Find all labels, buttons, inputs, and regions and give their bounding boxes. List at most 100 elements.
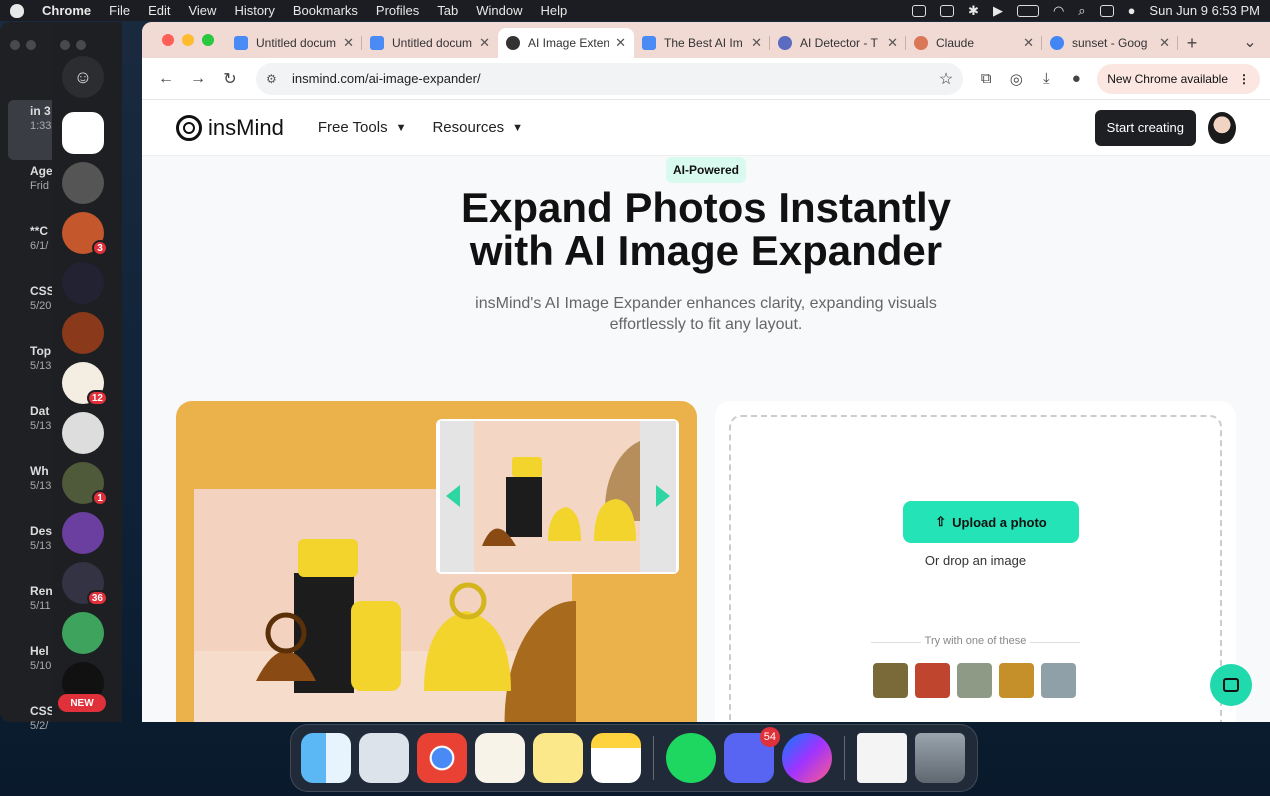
profile-avatar[interactable]: ●: [1061, 65, 1091, 93]
server-icon[interactable]: [62, 512, 104, 554]
chat-support-button[interactable]: [1210, 664, 1252, 706]
pages-icon[interactable]: [475, 733, 525, 783]
menu-history[interactable]: History: [234, 3, 274, 18]
discord-icon[interactable]: 54: [724, 727, 780, 783]
stickies-icon[interactable]: [533, 733, 583, 783]
play-icon[interactable]: ▶: [993, 3, 1003, 19]
update-chrome-button[interactable]: New Chrome available ⋮: [1097, 63, 1260, 94]
close-tab-icon[interactable]: ✕: [751, 35, 762, 51]
minimize-window-button[interactable]: [182, 34, 194, 46]
browser-toolbar: ← → ↻ ⚙ insmind.com/ai-image-expander/ ☆…: [142, 58, 1270, 100]
menu-tab[interactable]: Tab: [437, 3, 458, 18]
menu-bookmarks[interactable]: Bookmarks: [293, 3, 358, 18]
menu-file[interactable]: File: [109, 3, 130, 18]
chrome-window-thumbnail[interactable]: [857, 733, 907, 783]
insmind-icon: [506, 36, 520, 50]
tab-ai-detector[interactable]: AI Detector - T ✕: [770, 28, 906, 58]
notes-icon[interactable]: [591, 733, 641, 783]
launchpad-icon[interactable]: [359, 733, 409, 783]
discord-window: ☺ 3 12 1 36 NEW: [52, 22, 122, 722]
tab-search-button[interactable]: ⌄: [1236, 30, 1264, 54]
tab-docs-1[interactable]: Untitled docum ✕: [226, 28, 362, 58]
new-tab-button[interactable]: +: [1178, 28, 1206, 58]
trash-icon[interactable]: [915, 733, 965, 783]
discord-home-icon[interactable]: ☺: [62, 56, 104, 98]
bluetooth-icon[interactable]: ✱: [968, 3, 979, 19]
server-icon[interactable]: [62, 162, 104, 204]
tab-claude[interactable]: Claude ✕: [906, 28, 1042, 58]
menu-help[interactable]: Help: [541, 3, 568, 18]
nav-resources[interactable]: Resources ▼: [432, 119, 523, 136]
server-icon[interactable]: 1: [62, 462, 108, 506]
control-center-icon[interactable]: [1099, 4, 1114, 17]
tab-docs-2[interactable]: Untitled docum ✕: [362, 28, 498, 58]
close-tab-icon[interactable]: ✕: [343, 35, 354, 51]
tab-insmind[interactable]: AI Image Exten ✕: [498, 28, 634, 58]
tab-best-ai[interactable]: The Best AI Im ✕: [634, 28, 770, 58]
cards-row: ⇧ Upload a photo Or drop an image Try wit…: [176, 401, 1236, 722]
bookmark-star-icon[interactable]: ☆: [939, 69, 953, 89]
clock[interactable]: Sun Jun 9 6:53 PM: [1149, 3, 1260, 18]
sample-thumbnail[interactable]: [873, 663, 908, 698]
server-icon[interactable]: 36: [62, 562, 108, 606]
menu-edit[interactable]: Edit: [148, 3, 170, 18]
server-icon[interactable]: [62, 112, 104, 154]
server-icon[interactable]: [62, 262, 104, 304]
close-tab-icon[interactable]: ✕: [1023, 35, 1034, 51]
search-icon[interactable]: ⌕: [1078, 3, 1085, 19]
server-icon[interactable]: 3: [62, 212, 108, 256]
site-info-icon[interactable]: ⚙: [266, 72, 282, 86]
finder-icon[interactable]: [301, 733, 351, 783]
chat-icon: [1223, 678, 1239, 692]
status-icon[interactable]: [912, 4, 927, 17]
siri-icon[interactable]: ●: [1128, 3, 1136, 18]
close-tab-icon[interactable]: ✕: [479, 35, 490, 51]
detector-icon: [778, 36, 792, 50]
chevron-down-icon: ▼: [395, 121, 407, 134]
menu-app[interactable]: Chrome: [42, 3, 91, 18]
close-tab-icon[interactable]: ✕: [887, 35, 898, 51]
back-button[interactable]: ←: [152, 65, 180, 93]
forward-button[interactable]: →: [184, 65, 212, 93]
extension-icon[interactable]: ◎: [1001, 65, 1031, 93]
messenger-icon[interactable]: [782, 733, 832, 783]
apple-icon[interactable]: [10, 3, 24, 18]
menu-profiles[interactable]: Profiles: [376, 3, 419, 18]
wifi-icon[interactable]: ◠: [1053, 3, 1064, 19]
menu-window[interactable]: Window: [476, 3, 522, 18]
close-tab-icon[interactable]: ✕: [615, 35, 626, 51]
zoom-window-button[interactable]: [202, 34, 214, 46]
tab-google[interactable]: sunset - Goog ✕: [1042, 28, 1178, 58]
server-icon[interactable]: [62, 612, 104, 654]
calendar-icon[interactable]: [940, 4, 955, 17]
docs-icon: [234, 36, 248, 50]
battery-icon[interactable]: [1016, 4, 1039, 17]
close-tab-icon[interactable]: ✕: [1159, 35, 1170, 51]
menu-view[interactable]: View: [188, 3, 216, 18]
ai-powered-badge: AI-Powered: [665, 157, 746, 183]
extensions-icon[interactable]: ⧉: [971, 65, 1001, 93]
download-icon[interactable]: ⤓: [1031, 65, 1061, 93]
upload-photo-button[interactable]: ⇧ Upload a photo: [903, 501, 1079, 543]
sample-thumbnail[interactable]: [1041, 663, 1076, 698]
spotify-icon[interactable]: [666, 733, 716, 783]
start-creating-button[interactable]: Start creating: [1094, 109, 1196, 146]
reload-button[interactable]: ↻: [216, 65, 244, 93]
chevron-down-icon: ▼: [512, 121, 524, 134]
drop-zone[interactable]: ⇧ Upload a photo Or drop an image Try wit…: [729, 415, 1222, 722]
url-text[interactable]: insmind.com/ai-image-expander/: [292, 71, 481, 86]
sample-thumbnail[interactable]: [915, 663, 950, 698]
chrome-icon[interactable]: [417, 733, 467, 783]
user-avatar[interactable]: [1208, 111, 1236, 144]
more-icon: ⋮: [1238, 71, 1250, 86]
server-icon[interactable]: [62, 312, 104, 354]
sample-thumbnail[interactable]: [999, 663, 1034, 698]
server-icon[interactable]: [62, 412, 104, 454]
nav-free-tools[interactable]: Free Tools ▼: [318, 119, 407, 136]
sample-thumbnail[interactable]: [957, 663, 992, 698]
server-icon[interactable]: 12: [62, 362, 108, 406]
address-bar[interactable]: ⚙ insmind.com/ai-image-expander/ ☆: [256, 62, 964, 95]
close-window-button[interactable]: [162, 34, 174, 46]
site-logo[interactable]: insMind: [176, 114, 284, 141]
chrome-window: Untitled docum ✕ Untitled docum ✕ AI Image…: [142, 22, 1270, 722]
